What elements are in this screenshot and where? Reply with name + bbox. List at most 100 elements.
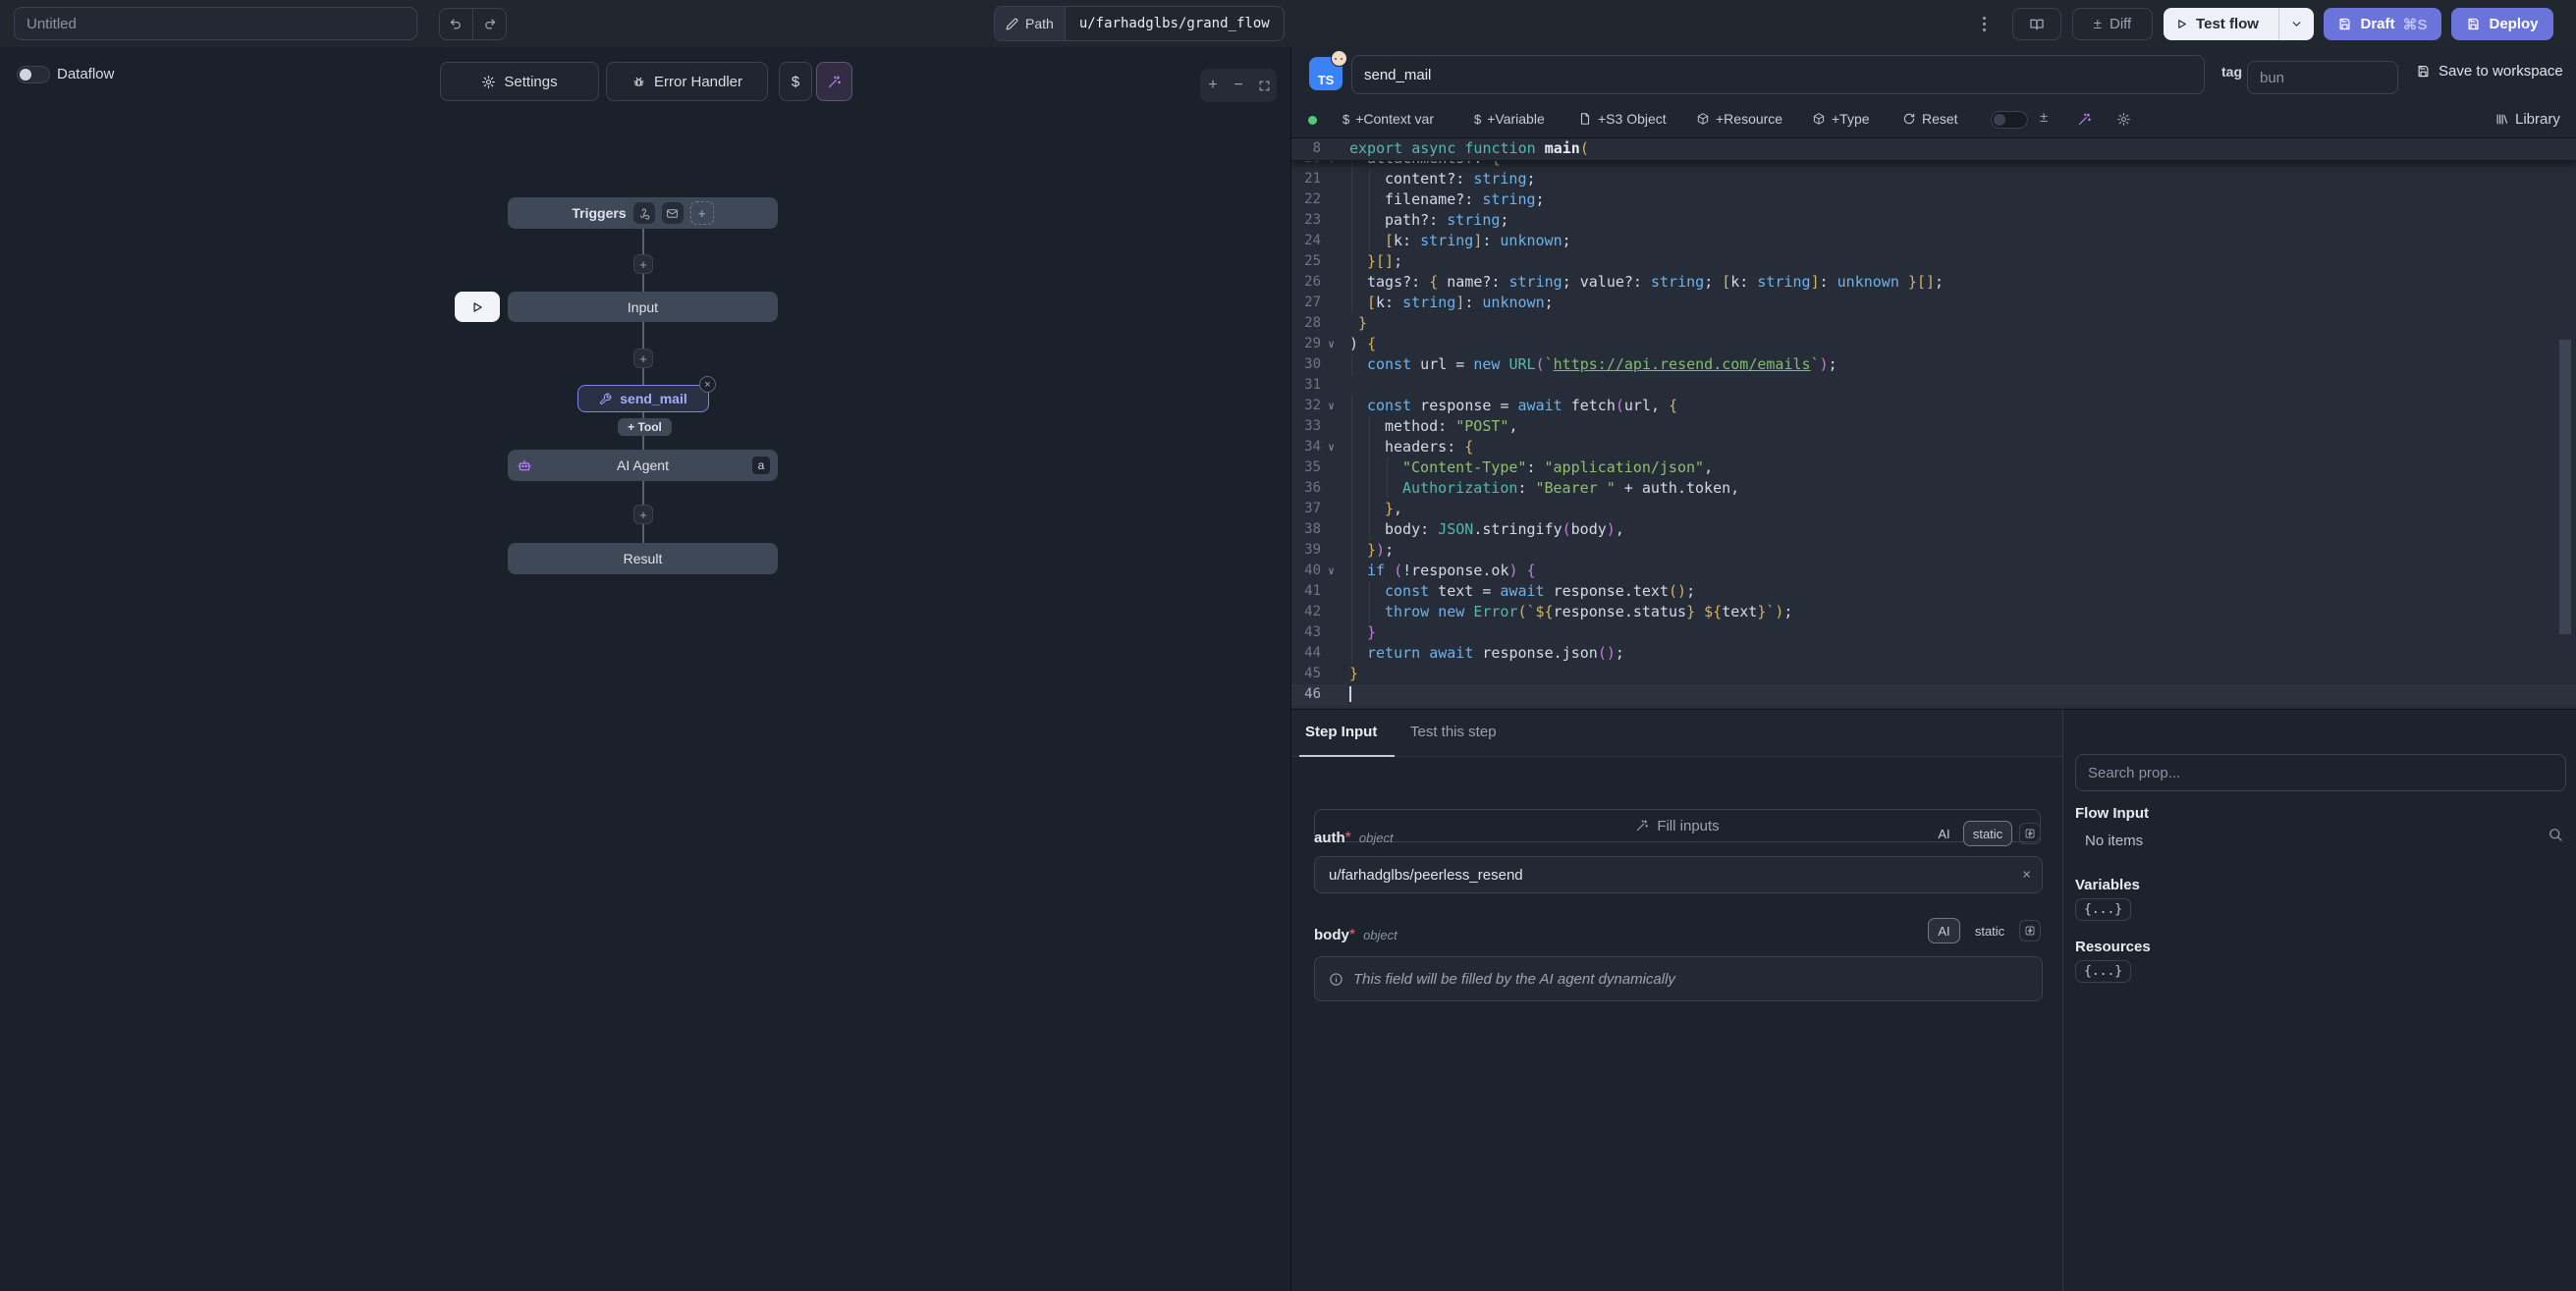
webhook-icon [637,207,650,220]
path-label-segment: Path [995,7,1066,40]
result-node[interactable]: Result [508,543,778,574]
draft-label: Draft [2360,16,2394,32]
canvas-zoom-controls: + − [1200,69,1277,102]
dollar-button[interactable]: $ [779,62,812,101]
ai-agent-node[interactable]: AI Agent a [508,450,778,481]
insert-step-button-2[interactable]: + [633,349,653,368]
more-menu-button[interactable] [1976,13,1992,34]
tab-step-input[interactable]: Step Input [1305,724,1377,740]
tag-input[interactable] [2247,61,2398,94]
add-trigger-button[interactable]: + [690,201,714,225]
plus-icon: + [698,206,706,221]
body-mode-ai-button[interactable]: AI [1928,918,1960,943]
add-resource-button[interactable]: +Resource [1696,111,1782,127]
save-icon [2466,17,2481,31]
zoom-out-icon: − [1233,77,1242,94]
add-s3-object-button[interactable]: +S3 Object [1578,111,1667,127]
redo-button[interactable] [473,9,506,39]
add-context-var-button[interactable]: $+Context var [1343,111,1434,127]
flow-title-input[interactable] [14,7,417,40]
editor-settings-button[interactable] [2116,112,2131,127]
variables-heading: Variables [2075,877,2140,893]
send-mail-tool-node[interactable]: send_mail [577,385,709,412]
settings-label: Settings [504,74,557,90]
insert-step-button-3[interactable]: + [633,505,653,524]
draft-shortcut: ⌘S [2403,16,2428,33]
error-handler-button[interactable]: Error Handler [606,62,768,101]
editor-toggle[interactable] [1991,111,2028,129]
ai-edit-button[interactable] [2077,112,2092,127]
flow-settings-button[interactable]: Settings [440,62,599,101]
mail-icon [666,207,679,220]
step-input-panel: Fill inputs auth*object AI static × body… [1291,757,2062,1291]
draft-button[interactable]: Draft ⌘S [2324,8,2441,40]
fit-view-button[interactable] [1251,69,1277,102]
email-trigger-button[interactable] [662,202,684,224]
add-type-button[interactable]: +Type [1812,111,1870,127]
diff-button[interactable]: ± Diff [2072,8,2153,40]
chevron-down-icon [2290,18,2303,30]
input-node[interactable]: Input [508,292,778,322]
code-lines: 20∨attachments?: {21content?: string;22f… [1291,148,2576,705]
undo-button[interactable] [440,9,473,39]
zoom-in-button[interactable]: + [1200,69,1226,102]
auth-resource-input[interactable] [1314,856,2043,893]
zoom-out-button[interactable]: − [1226,69,1251,102]
auth-value-wrap: × [1314,856,2043,893]
save-icon [2337,17,2352,31]
fit-view-icon [1258,80,1271,92]
triggers-node[interactable]: Triggers + [508,197,778,229]
path-value: u/farhadglbs/grand_flow [1066,16,1284,31]
deploy-button[interactable]: Deploy [2451,8,2553,40]
webhook-trigger-button[interactable] [633,202,655,224]
play-icon [2175,18,2188,30]
library-button[interactable]: Library [2494,111,2560,128]
run-flow-button[interactable] [455,292,500,322]
path-chip[interactable]: Path u/farhadglbs/grand_flow [994,6,1285,41]
flow-input-heading: Flow Input [2075,805,2149,822]
ai-agent-label: AI Agent [617,457,669,473]
body-expression-button[interactable] [2019,920,2041,941]
flow-canvas[interactable]: Dataflow Settings Error Handler $ + − Tr… [0,47,1291,1291]
clear-icon[interactable]: × [2022,867,2031,884]
dollar-icon: $ [1474,112,1481,127]
reset-icon [1902,112,1916,126]
step-name-input[interactable] [1351,55,2205,94]
package-icon [1812,112,1826,126]
search-runs-button[interactable] [2547,826,2564,843]
gear-icon [481,75,496,89]
gear-icon [2116,112,2131,127]
test-flow-dropdown-button[interactable] [2278,8,2314,40]
variables-pill[interactable]: {...} [2075,898,2131,921]
ai-assistant-button[interactable] [816,62,852,101]
test-flow-button[interactable]: Test flow [2164,8,2271,40]
dollar-icon: $ [1343,112,1349,127]
reset-button[interactable]: Reset [1902,111,1958,127]
assistant-status-dot [1308,116,1317,125]
step-tabbar: Step Input Test this step [1291,710,2062,757]
auth-mode-ai-button[interactable]: AI [1928,821,1960,846]
editor-scrollbar[interactable] [2559,340,2571,634]
tab-test-this-step[interactable]: Test this step [1410,724,1497,740]
zoom-in-icon: + [1208,77,1217,94]
docs-button[interactable] [2012,8,2061,40]
add-variable-button[interactable]: $+Variable [1474,111,1545,127]
error-handler-label: Error Handler [654,74,742,90]
code-editor[interactable]: 20∨attachments?: {21content?: string;22f… [1291,137,2576,710]
required-asterisk: * [1349,927,1355,943]
auth-expression-button[interactable] [2019,823,2041,844]
save-to-workspace-button[interactable]: Save to workspace [2416,63,2563,80]
remove-tool-button[interactable]: × [699,376,716,393]
magic-wand-icon [827,75,842,89]
robot-icon [517,457,532,473]
add-tool-label: + Tool [628,420,662,434]
magic-wand-icon [2077,112,2092,127]
dataflow-toggle[interactable] [17,66,50,83]
resources-pill[interactable]: {...} [2075,960,2131,983]
diff-mode-button[interactable]: ± [2040,109,2048,126]
search-prop-input[interactable] [2075,754,2566,791]
insert-step-button-1[interactable]: + [633,254,653,274]
add-tool-button[interactable]: + Tool [618,418,672,436]
body-mode-static-button[interactable]: static [1965,918,2014,943]
auth-mode-static-button[interactable]: static [1963,821,2012,846]
